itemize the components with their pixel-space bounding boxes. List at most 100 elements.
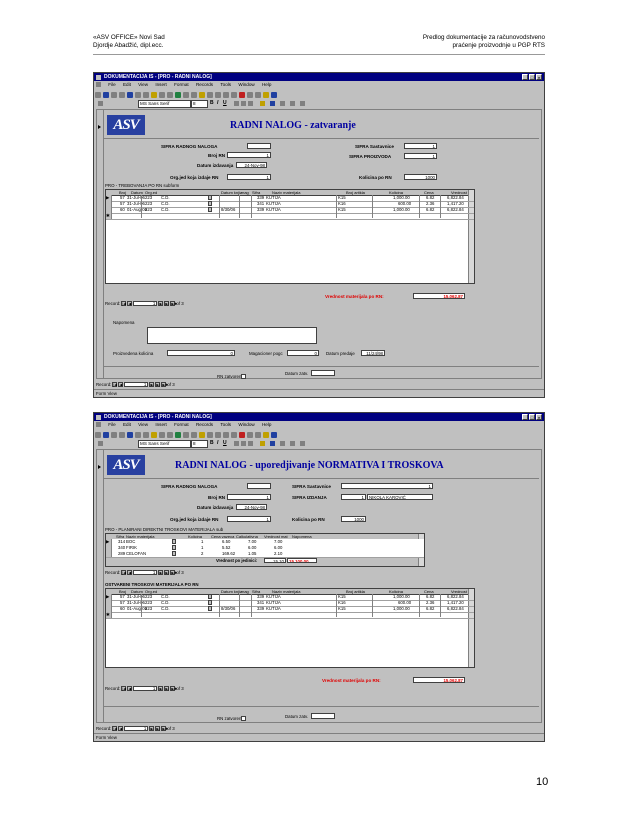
insert-hyperlink-icon[interactable] <box>175 431 181 438</box>
new-record-icon[interactable]: ▶✱ <box>170 301 177 306</box>
cell-orged[interactable]: 223 <box>145 201 152 207</box>
cell-kolicina[interactable]: 600.00 <box>398 201 411 207</box>
cell-datum-knjiz[interactable]: 8/30/06 <box>221 207 235 213</box>
menu-help[interactable]: Help <box>262 82 271 87</box>
align-right-icon[interactable] <box>248 440 253 446</box>
cell-cena[interactable]: 2.36 <box>426 201 434 207</box>
filter-by-selection-icon[interactable] <box>199 91 205 98</box>
cell-kolicina[interactable]: 1,000.00 <box>393 207 410 213</box>
cell-orged-name[interactable]: C.D. <box>161 600 170 606</box>
database-window-icon[interactable] <box>255 91 261 98</box>
print-icon[interactable] <box>111 431 117 438</box>
first-record-icon[interactable]: |◀ <box>121 570 127 575</box>
org-jed-field[interactable]: 1 <box>227 516 271 522</box>
cell-sifra[interactable]: 339 <box>257 594 264 600</box>
dropdown-icon[interactable] <box>172 551 176 556</box>
next-record-icon[interactable]: ▶ <box>158 686 164 691</box>
cell-naziv[interactable]: KUTIJA <box>266 195 281 201</box>
new-record-icon[interactable]: ▶✱ <box>170 686 177 691</box>
undo-icon[interactable] <box>167 91 173 98</box>
cell-datum[interactable]: 31-Jul-06 <box>127 594 145 600</box>
row-selector[interactable] <box>106 545 112 551</box>
cell-sifra[interactable]: 339 <box>257 195 264 201</box>
next-record-icon[interactable]: ▶ <box>158 301 164 306</box>
cell-vrednost[interactable]: 1,417.20 <box>447 600 464 606</box>
menu-insert[interactable]: Insert <box>155 82 167 87</box>
align-right-icon[interactable] <box>248 100 253 106</box>
datum-izdavanja-field[interactable]: 24-Nov-98 <box>236 504 267 510</box>
row-selector[interactable] <box>106 600 112 606</box>
menu-tools[interactable]: Tools <box>220 82 231 87</box>
cell-kolicina[interactable]: 2 <box>201 551 203 557</box>
cell-datum[interactable]: 31-Jul-06 <box>127 600 145 606</box>
cell-broj-artikla[interactable]: K16 <box>338 600 346 606</box>
font-color-icon[interactable] <box>270 440 275 446</box>
font-size-select[interactable]: 8 <box>191 440 208 448</box>
apply-filter-icon[interactable] <box>215 91 221 98</box>
cell-cena[interactable]: 6.82 <box>426 207 434 213</box>
insert-hyperlink-icon[interactable] <box>175 91 181 98</box>
cell-naziv[interactable]: KUTIJA <box>266 600 281 606</box>
paste-icon[interactable] <box>151 91 157 98</box>
save-icon[interactable] <box>103 91 109 98</box>
new-object-icon[interactable] <box>263 91 269 98</box>
next-record-icon[interactable]: ▶ <box>149 382 155 387</box>
menu-records[interactable]: Records <box>196 422 213 427</box>
view-icon[interactable] <box>95 431 101 438</box>
prev-record-icon[interactable]: ◀ <box>127 570 133 575</box>
minimize-icon[interactable]: _ <box>522 74 528 80</box>
cell-orged-name[interactable]: C.D. <box>161 195 170 201</box>
new-record-icon[interactable]: ▶✱ <box>170 570 177 575</box>
cell-calkulativna[interactable]: 6.00 <box>248 545 256 551</box>
menu-window[interactable]: Window <box>238 422 254 427</box>
cell-sifra[interactable]: 340 <box>118 545 125 551</box>
menu-file[interactable]: File <box>108 422 115 427</box>
cell-kolicina[interactable]: 1,000.00 <box>393 606 410 612</box>
sifra-rn-field[interactable] <box>247 143 271 149</box>
cell-cena-vazeca[interactable]: 5.52 <box>222 545 230 551</box>
menu-edit[interactable]: Edit <box>123 82 131 87</box>
cell-cena-vazeca[interactable]: 169.62 <box>222 551 235 557</box>
menu-records[interactable]: Records <box>196 82 213 87</box>
align-center-icon[interactable] <box>241 100 246 106</box>
new-object-icon[interactable] <box>263 431 269 438</box>
cell-cena[interactable]: 2.36 <box>426 600 434 606</box>
cell-sifra[interactable]: 289 <box>118 551 125 557</box>
cut-icon[interactable] <box>135 91 141 98</box>
row-selector[interactable]: ▶ <box>106 539 112 545</box>
rn-zatvoren-checkbox[interactable] <box>241 716 246 721</box>
dropdown-icon[interactable] <box>172 539 176 544</box>
cell-orged[interactable]: 223 <box>145 195 152 201</box>
new-record-selector[interactable]: ✱ <box>106 612 112 618</box>
cell-broj[interactable]: 57 <box>120 201 125 207</box>
prev-record-icon[interactable]: ◀ <box>127 686 133 691</box>
fill-color-icon[interactable] <box>260 100 265 106</box>
cell-naziv[interactable]: KUTIJA <box>266 201 281 207</box>
find-icon[interactable] <box>223 91 229 98</box>
undo-icon[interactable] <box>167 431 173 438</box>
broj-rn-field[interactable]: 1 <box>227 152 271 158</box>
cell-naziv[interactable]: BOC <box>126 539 135 545</box>
close-icon[interactable]: × <box>536 74 542 80</box>
cell-naziv[interactable]: CELOFAN <box>126 551 146 557</box>
cell-broj-artikla[interactable]: K15 <box>338 207 346 213</box>
cell-cena[interactable]: 6.82 <box>426 594 434 600</box>
cell-broj[interactable]: 60 <box>120 606 125 612</box>
menu-insert[interactable]: Insert <box>155 422 167 427</box>
cell-sifra[interactable]: 339 <box>257 606 264 612</box>
format-painter-icon[interactable] <box>159 431 165 438</box>
copy-icon[interactable] <box>143 431 149 438</box>
menu-tools[interactable]: Tools <box>220 422 231 427</box>
properties-icon[interactable] <box>247 91 253 98</box>
maximize-icon[interactable]: □ <box>529 414 535 420</box>
align-left-icon[interactable] <box>234 100 239 106</box>
cell-vrednost[interactable]: 1,417.20 <box>447 201 464 207</box>
cell-kolicina[interactable]: 1 <box>201 545 203 551</box>
kolicina-po-rn-field[interactable]: 1000 <box>341 516 366 522</box>
izdanja-name-field[interactable]: NIKOLA KAROVIĆ <box>367 494 433 500</box>
broj-rn-field[interactable]: 1 <box>227 494 271 500</box>
italic-button[interactable]: I <box>217 440 218 446</box>
delete-record-icon[interactable] <box>239 431 245 438</box>
prev-record-icon[interactable]: ◀ <box>118 726 124 731</box>
sifra-rn-field[interactable] <box>247 483 271 489</box>
